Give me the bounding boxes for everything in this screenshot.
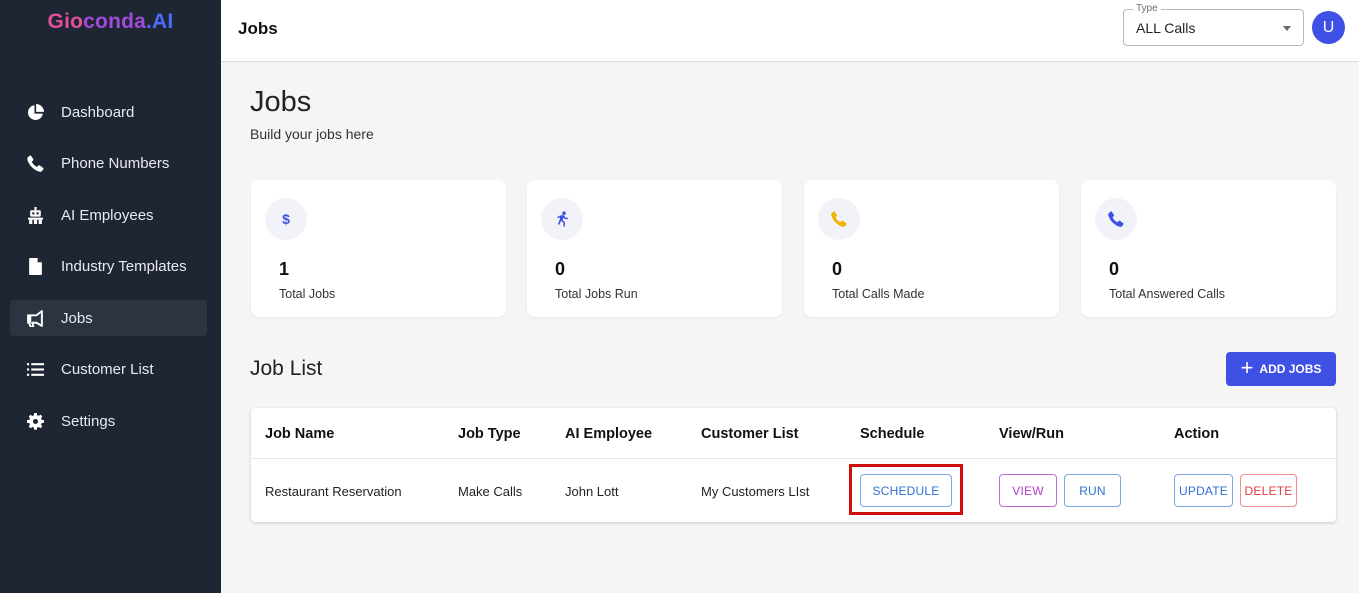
stat-value: 0 — [1109, 259, 1120, 279]
column-header-action: Action — [1174, 426, 1220, 442]
sidebar-item-label: AI Employees — [61, 206, 154, 224]
schedule-highlight-box — [849, 464, 963, 515]
robot-icon — [24, 206, 46, 224]
job-list-title: Job List — [250, 357, 323, 380]
gear-icon — [24, 412, 46, 430]
stat-card-total-jobs-run: 0 Total Jobs Run — [527, 180, 782, 317]
dollar-icon: $ — [265, 198, 307, 240]
brand-part-2: conda — [83, 10, 146, 33]
header-title: Jobs — [238, 19, 278, 38]
job-table: Job Name Job Type AI Employee Customer L… — [251, 408, 1336, 522]
phone-icon — [818, 198, 860, 240]
delete-button[interactable]: DELETE — [1240, 474, 1297, 507]
cell-job-name: Restaurant Reservation — [265, 484, 402, 499]
file-icon — [24, 258, 46, 276]
phone-icon — [24, 155, 46, 173]
sidebar-item-jobs[interactable]: Jobs — [10, 300, 207, 336]
stat-card-total-answered-calls: 0 Total Answered Calls — [1081, 180, 1336, 317]
stat-label: Total Answered Calls — [1109, 287, 1226, 301]
pie-chart-icon — [24, 103, 46, 121]
stat-card-total-jobs: $ 1 Total Jobs — [251, 180, 506, 317]
add-jobs-button[interactable]: + ADD JOBS — [1226, 352, 1336, 386]
top-bar: Jobs Type ALL Calls U — [221, 0, 1359, 62]
sidebar-item-phone-numbers[interactable]: Phone Numbers — [10, 146, 207, 182]
type-select[interactable]: Type ALL Calls — [1123, 3, 1304, 46]
cell-job-type: Make Calls — [458, 484, 523, 499]
type-select-value: ALL Calls — [1136, 20, 1196, 36]
phone-icon — [1095, 198, 1137, 240]
sidebar-item-settings[interactable]: Settings — [10, 403, 207, 439]
caret-down-icon — [1283, 26, 1291, 31]
running-icon — [541, 198, 583, 240]
column-header-customer-list: Customer List — [701, 426, 799, 442]
page-title: Jobs — [250, 86, 312, 118]
sidebar-item-industry-templates[interactable]: Industry Templates — [10, 249, 207, 285]
user-avatar[interactable]: U — [1312, 11, 1345, 44]
sidebar-item-ai-employees[interactable]: AI Employees — [10, 197, 207, 233]
megaphone-icon — [24, 309, 46, 327]
sidebar-item-label: Industry Templates — [61, 258, 187, 275]
sidebar-item-label: Settings — [61, 412, 116, 430]
sidebar-item-customer-list[interactable]: Customer List — [10, 352, 207, 388]
sidebar-item-label: Jobs — [61, 309, 93, 327]
table-header-row: Job Name Job Type AI Employee Customer L… — [251, 408, 1336, 459]
sidebar: Gioconda.AI Dashboard Phone Numbers AI E… — [0, 0, 221, 593]
sidebar-item-label: Phone Numbers — [61, 155, 170, 172]
brand-logo[interactable]: Gioconda.AI — [0, 10, 221, 34]
column-header-ai-employee: AI Employee — [565, 426, 653, 442]
sidebar-item-label: Dashboard — [61, 103, 135, 121]
page-subtitle: Build your jobs here — [250, 126, 374, 142]
type-select-label: Type — [1133, 3, 1161, 14]
stat-label: Total Calls Made — [832, 287, 925, 301]
stat-value: 0 — [555, 259, 566, 279]
stat-value: 0 — [832, 259, 843, 279]
sidebar-nav: Dashboard Phone Numbers AI Employees Ind… — [10, 94, 207, 455]
sidebar-item-label: Customer List — [61, 361, 154, 378]
run-button[interactable]: RUN — [1064, 474, 1121, 507]
column-header-job-type: Job Type — [458, 426, 521, 442]
update-button[interactable]: UPDATE — [1174, 474, 1233, 507]
plus-icon: + — [1240, 355, 1254, 380]
view-button[interactable]: VIEW — [999, 474, 1057, 507]
cell-customer-list: My Customers LIst — [701, 484, 810, 499]
cell-ai-employee: John Lott — [565, 484, 619, 499]
add-jobs-label: ADD JOBS — [1259, 362, 1322, 376]
stat-card-total-calls-made: 0 Total Calls Made — [804, 180, 1059, 317]
brand-part-1: Gio — [47, 10, 84, 33]
brand-part-3: .AI — [146, 10, 174, 33]
svg-text:$: $ — [282, 211, 290, 227]
list-icon — [24, 361, 46, 379]
stat-label: Total Jobs — [279, 287, 336, 301]
column-header-job-name: Job Name — [265, 426, 335, 442]
column-header-schedule: Schedule — [860, 426, 925, 442]
sidebar-item-dashboard[interactable]: Dashboard — [10, 94, 207, 130]
stat-label: Total Jobs Run — [555, 287, 638, 301]
column-header-view-run: View/Run — [999, 426, 1064, 442]
stat-value: 1 — [279, 259, 290, 279]
